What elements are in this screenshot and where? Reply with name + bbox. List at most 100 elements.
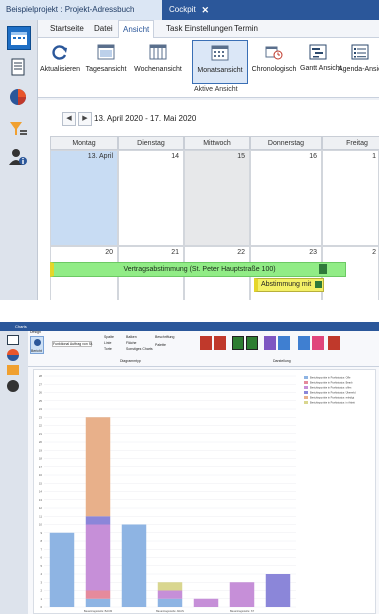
chronological-label: Chronologisch — [251, 66, 297, 73]
filter-icon[interactable] — [7, 365, 19, 375]
y-tick-label: 2 — [40, 589, 42, 593]
gantt-button[interactable]: Gantt Ansicht — [300, 40, 342, 84]
option-linie[interactable]: Linie — [104, 341, 111, 345]
bar-segment[interactable] — [265, 574, 291, 607]
event-title: Abstimmung mit — [261, 281, 312, 288]
chart-window: Charts Design Bericht Funktional Auftrag… — [0, 322, 379, 614]
y-tick-label: 13 — [39, 498, 43, 502]
bar-segment[interactable] — [157, 582, 183, 591]
y-tick-label: 19 — [39, 448, 43, 452]
event-resize-handle[interactable] — [315, 281, 322, 288]
document-icon[interactable] — [7, 56, 31, 80]
pie-chart-icon[interactable] — [7, 86, 31, 110]
chronological-button[interactable]: Chronologisch — [250, 40, 298, 84]
day-number: 22 — [237, 249, 245, 256]
y-tick-label: 24 — [39, 407, 43, 411]
event-title: Vertragsabstimmung (St. Peter Hauptstraß… — [123, 266, 276, 273]
legend-label: Berichtspunkte in Punktstatus: in Arbeit — [310, 401, 355, 405]
option-flaeche[interactable]: Fläche — [126, 341, 137, 345]
palette-swatch[interactable] — [298, 336, 310, 350]
event-resize-handle[interactable] — [319, 264, 327, 274]
option-spalte[interactable]: Spalte — [104, 335, 114, 339]
bar-segment[interactable] — [85, 516, 111, 525]
day-cell[interactable]: 1 — [322, 150, 379, 246]
bar-segment[interactable] — [85, 524, 111, 591]
previous-period-button[interactable]: ◀ — [62, 112, 76, 126]
palette-swatch[interactable] — [278, 336, 290, 350]
y-tick-label: 3 — [40, 580, 42, 584]
palette-swatch[interactable] — [246, 336, 258, 350]
day-header-row: Montag Dienstag Mittwoch Donnerstag Frei… — [50, 136, 379, 150]
user-info-icon[interactable] — [7, 146, 31, 170]
tab-startseite[interactable]: Startseite — [50, 20, 84, 38]
refresh-button[interactable]: Aktualisieren — [40, 40, 80, 84]
tab-datei[interactable]: Datei — [94, 20, 113, 38]
tab-termin[interactable]: Termin — [234, 20, 258, 38]
y-tick-label: 16 — [39, 473, 43, 477]
user-info-icon[interactable] — [7, 380, 19, 392]
report-dropdown[interactable]: Funktional Auftrag von St. — [52, 341, 93, 347]
palette-swatch[interactable] — [312, 336, 324, 350]
bar-segment[interactable] — [49, 532, 75, 607]
option-sonstiges[interactable]: Sonstiges Charts — [126, 347, 153, 351]
day-number: 2 — [372, 249, 376, 256]
day-view-button[interactable]: Tagesansicht — [84, 40, 128, 84]
gantt-icon — [309, 44, 327, 60]
chart-ribbon: Design Bericht Funktional Auftrag von St… — [28, 330, 379, 367]
left-toolbar — [0, 20, 38, 300]
option-balken[interactable]: Balken — [126, 335, 137, 339]
y-tick-label: 0 — [40, 605, 42, 609]
y-tick-label: 5 — [40, 564, 42, 568]
refresh-icon — [51, 44, 69, 60]
ribbon-tab-design[interactable]: Design — [30, 330, 41, 334]
legend-label: Berichtspunkte in Punktstatus: Übererld — [310, 391, 356, 395]
gantt-label-text: Gantt Ansicht — [300, 65, 342, 72]
ribbon-tab-bar: Startseite Datei Ansicht Task Einstellun… — [38, 20, 379, 39]
bar-segment[interactable] — [157, 590, 183, 599]
palette-swatch[interactable] — [200, 336, 212, 350]
palette-swatch[interactable] — [232, 336, 244, 350]
report-button[interactable]: Bericht — [30, 336, 44, 354]
tab-task-einstellungen[interactable]: Task Einstellungen — [166, 20, 233, 38]
bar-segment[interactable] — [85, 598, 111, 607]
filter-icon[interactable] — [7, 118, 31, 142]
y-tick-label: 9 — [40, 531, 42, 535]
refresh-label: Aktualisieren — [40, 66, 81, 73]
bar-segment[interactable] — [121, 524, 147, 608]
event-meeting[interactable]: Abstimmung mit — [254, 278, 324, 292]
tab-project-addressbook[interactable]: Beispielprojekt : Projekt-Adressbuch — [0, 0, 162, 20]
day-cell[interactable]: 16 — [250, 150, 322, 246]
bar-segment[interactable] — [157, 598, 183, 607]
option-palette[interactable]: Palette — [155, 343, 166, 347]
tab-cockpit[interactable]: Cockpit ✕ — [163, 0, 213, 20]
week-view-button[interactable]: Wochenansicht — [132, 40, 184, 84]
calendar-icon[interactable] — [7, 26, 31, 50]
option-torte[interactable]: Torte — [104, 347, 112, 351]
day-cell[interactable]: 13. April — [50, 150, 118, 246]
bar-segment[interactable] — [85, 417, 111, 517]
next-period-button[interactable]: ▶ — [78, 112, 92, 126]
day-number: 16 — [309, 153, 317, 160]
palette-swatch[interactable] — [264, 336, 276, 350]
day-number: 1 — [372, 153, 376, 160]
legend-label: Berichtspunkte in Punktstatus: Offe — [310, 376, 351, 380]
day-number: 15 — [237, 153, 245, 160]
event-contract-meeting[interactable]: Vertragsabstimmung (St. Peter Hauptstraß… — [50, 262, 346, 277]
palette-swatch[interactable] — [214, 336, 226, 350]
document-icon[interactable] — [7, 335, 19, 345]
month-view-button[interactable]: Monatsansicht — [192, 40, 248, 84]
palette-swatch[interactable] — [328, 336, 340, 350]
day-view-label: Tagesansicht — [85, 66, 127, 73]
close-icon[interactable]: ✕ — [201, 0, 209, 20]
day-cell[interactable]: 14 — [118, 150, 184, 246]
option-beschriftung[interactable]: Beschriftung — [155, 335, 174, 339]
bar-segment[interactable] — [85, 590, 111, 599]
pie-chart-icon[interactable] — [7, 349, 19, 361]
bar-segment[interactable] — [193, 598, 219, 607]
agenda-button[interactable]: Agenda-Ansicht — [338, 40, 379, 84]
bar-segment[interactable] — [229, 582, 255, 607]
tab-ansicht[interactable]: Ansicht — [118, 20, 155, 39]
day-cell[interactable]: 15 — [184, 150, 250, 246]
y-tick-label: 20 — [39, 440, 43, 444]
y-tick-label: 25 — [39, 399, 43, 403]
